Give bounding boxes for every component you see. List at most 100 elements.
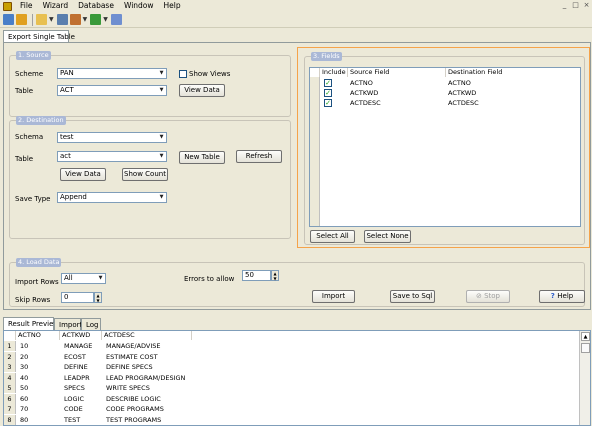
column-header-actno[interactable]: ACTNO xyxy=(16,331,60,340)
destination-field[interactable]: ACTKWD xyxy=(446,88,476,98)
table-row[interactable]: 2 20 ECOST ESTIMATE COST xyxy=(4,351,192,362)
show-count-button[interactable]: Show Count xyxy=(122,168,168,181)
chevron-down-icon: ▼ xyxy=(157,133,166,142)
table-cell: 60 xyxy=(20,394,29,403)
skip-rows-stepper[interactable]: ▲ ▼ xyxy=(94,292,102,303)
table-cell: ECOST xyxy=(64,352,86,361)
edit-icon[interactable] xyxy=(69,14,81,25)
menu-help[interactable]: Help xyxy=(159,0,186,12)
column-header-include[interactable]: Include xyxy=(320,68,348,77)
new-table-button[interactable]: New Table xyxy=(179,151,225,164)
destination-field[interactable]: ACTDESC xyxy=(446,98,479,108)
import-button[interactable]: Import xyxy=(312,290,355,303)
vertical-scrollbar[interactable]: ▲ xyxy=(579,331,590,425)
save-type-select[interactable]: Append ▼ xyxy=(57,192,167,203)
stop-icon: ⊘ xyxy=(475,292,485,300)
source-field: ACTNO xyxy=(350,79,373,87)
include-checkbox[interactable]: ✓ xyxy=(324,99,332,107)
table-cell: LEADPR xyxy=(64,373,90,382)
source-scheme-select[interactable]: PAN ▼ xyxy=(57,68,167,79)
table-cell: 40 xyxy=(20,373,29,382)
table-row[interactable]: 3 30 DEFINE DEFINE SPECS xyxy=(4,362,192,372)
include-checkbox[interactable]: ✓ xyxy=(324,89,332,97)
field-row[interactable]: ✓ ACTDESC ACTDESC xyxy=(310,98,580,108)
row-number: 2 xyxy=(4,351,16,362)
connect-icon[interactable] xyxy=(3,14,14,25)
save-to-sql-button[interactable]: Save to Sql xyxy=(390,290,435,303)
wizard-icon[interactable] xyxy=(36,14,47,25)
skip-rows-input[interactable]: 0 xyxy=(61,292,94,303)
help-button[interactable]: ? Help xyxy=(539,290,585,303)
table-row[interactable]: 1 10 MANAGE MANAGE/ADVISE xyxy=(4,341,192,351)
menu-wizard[interactable]: Wizard xyxy=(38,0,74,12)
destination-field[interactable]: ACTNO xyxy=(446,78,471,88)
close-button[interactable]: × xyxy=(582,1,591,10)
toolbar-separator xyxy=(32,13,33,26)
column-header-source[interactable]: Source Field xyxy=(348,68,446,77)
source-table-select[interactable]: ACT ▼ xyxy=(57,85,167,96)
table-cell: 10 xyxy=(20,342,29,350)
database-icon[interactable] xyxy=(56,14,68,25)
refresh-icon[interactable] xyxy=(90,14,102,25)
grid-icon[interactable] xyxy=(110,14,122,25)
menu-database[interactable]: Database xyxy=(73,0,119,12)
row-number: 7 xyxy=(4,404,16,414)
dest-schema-select[interactable]: test ▼ xyxy=(57,132,167,143)
minimize-button[interactable]: _ xyxy=(560,1,569,10)
grid-corner xyxy=(4,331,16,340)
refresh-button[interactable]: Refresh xyxy=(236,150,282,163)
tab-result-preview[interactable]: Result Preview xyxy=(3,317,59,330)
errors-label: Errors to allow xyxy=(184,275,235,283)
dest-table-label: Table xyxy=(15,155,34,163)
menu-file[interactable]: File xyxy=(15,0,38,12)
scroll-up-icon[interactable]: ▲ xyxy=(581,332,590,341)
source-view-data-button[interactable]: View Data xyxy=(179,84,225,97)
import-rows-select[interactable]: All ▼ xyxy=(61,273,106,284)
chevron-down-icon: ▼ xyxy=(157,86,166,95)
chevron-down-icon: ▼ xyxy=(96,274,105,283)
restore-button[interactable]: □ xyxy=(571,1,580,10)
row-number: 1 xyxy=(4,341,16,351)
source-field: ACTKWD xyxy=(350,89,379,97)
scroll-thumb[interactable] xyxy=(581,343,590,353)
table-cell: 20 xyxy=(20,352,29,361)
row-number: 3 xyxy=(4,362,16,372)
chevron-down-icon[interactable]: ▼ xyxy=(49,16,54,23)
table-cell: DEFINE xyxy=(64,363,88,371)
row-number: 6 xyxy=(4,393,16,404)
errors-stepper[interactable]: ▲ ▼ xyxy=(271,270,279,281)
dest-table-select[interactable]: act ▼ xyxy=(57,151,167,162)
table-label: Table xyxy=(15,87,34,95)
column-header-actdesc[interactable]: ACTDESC xyxy=(102,331,192,340)
table-cell: MANAGE xyxy=(64,342,93,350)
menu-window[interactable]: Window xyxy=(119,0,159,12)
table-row[interactable]: 6 60 LOGIC DESCRIBE LOGIC xyxy=(4,393,192,404)
scheme-label: Scheme xyxy=(15,70,44,78)
chevron-down-icon: ▼ xyxy=(157,152,166,161)
chevron-down-icon[interactable]: ▼ xyxy=(83,16,88,23)
show-views-checkbox[interactable] xyxy=(179,70,187,78)
select-all-button[interactable]: Select All xyxy=(310,230,355,243)
table-row[interactable]: 7 70 CODE CODE PROGRAMS xyxy=(4,404,192,414)
column-header-actkwd[interactable]: ACTKWD xyxy=(60,331,102,340)
field-row[interactable]: ✓ ACTKWD ACTKWD xyxy=(310,88,580,98)
include-checkbox[interactable]: ✓ xyxy=(324,79,332,87)
column-header-destination[interactable]: Destination Field xyxy=(446,68,580,77)
fields-legend: 3. Fields xyxy=(311,52,342,61)
field-row[interactable]: ✓ ACTNO ACTNO xyxy=(310,78,580,88)
table-row[interactable]: 8 80 TEST TEST PROGRAMS xyxy=(4,414,192,425)
open-icon[interactable] xyxy=(16,14,27,25)
errors-input[interactable]: 50 xyxy=(242,270,271,281)
chevron-down-icon[interactable]: ▼ xyxy=(103,16,108,23)
dest-view-data-button[interactable]: View Data xyxy=(60,168,106,181)
select-none-button[interactable]: Select None xyxy=(364,230,411,243)
row-number: 5 xyxy=(4,383,16,393)
stop-button[interactable]: ⊘ Stop xyxy=(466,290,510,303)
import-rows-label: Import Rows xyxy=(15,278,59,286)
table-cell: SPECS xyxy=(64,384,85,392)
show-views-label: Show Views xyxy=(189,70,231,78)
table-cell: 30 xyxy=(20,363,29,371)
table-cell: LEAD PROGRAM/DESIGN xyxy=(106,373,186,382)
table-row[interactable]: 4 40 LEADPR LEAD PROGRAM/DESIGN xyxy=(4,372,192,383)
table-row[interactable]: 5 50 SPECS WRITE SPECS xyxy=(4,383,192,393)
